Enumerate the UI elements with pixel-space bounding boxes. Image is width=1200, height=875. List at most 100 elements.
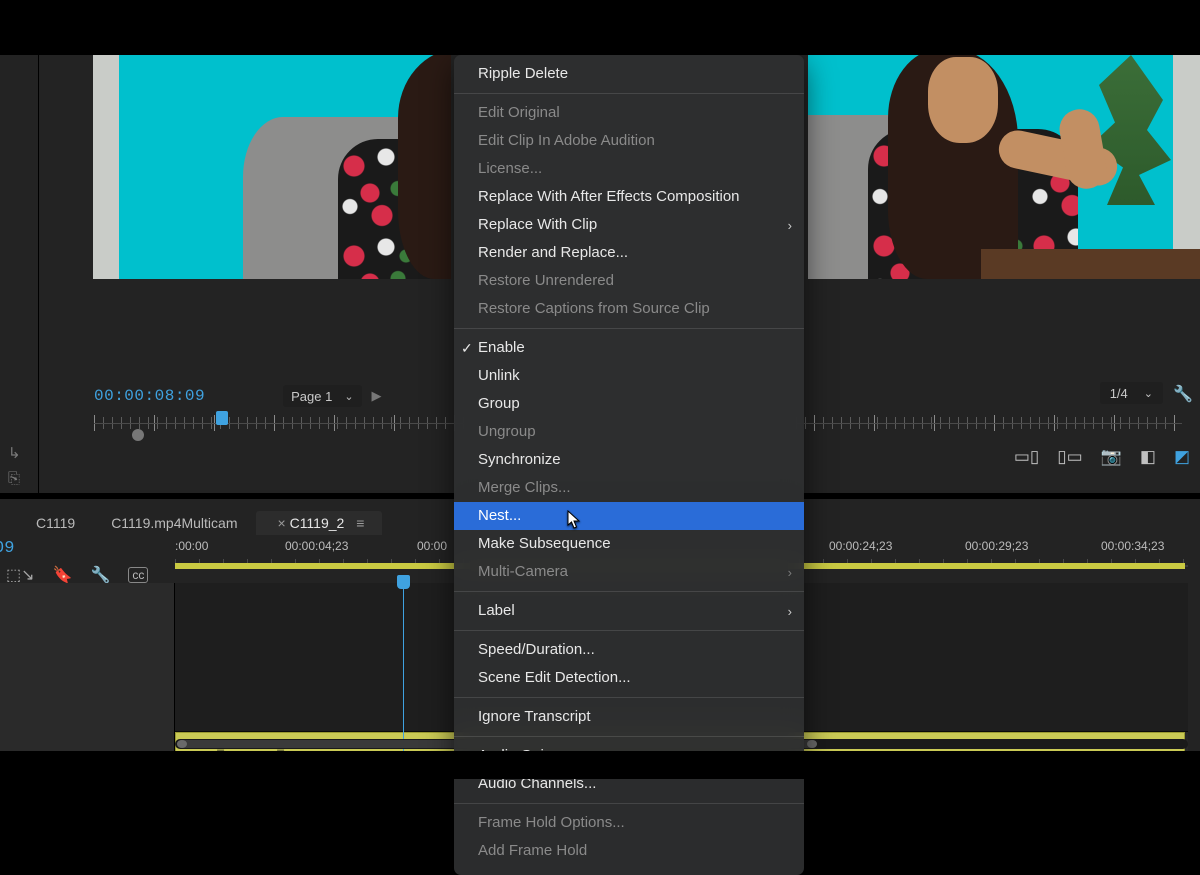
export-frame-icon[interactable]: 📷: [1101, 447, 1122, 467]
lift-icon[interactable]: ▭▯: [1014, 447, 1039, 467]
comparison-view-icon[interactable]: ◧: [1140, 447, 1156, 467]
close-icon[interactable]: ×: [278, 515, 286, 531]
menu-item-frame-hold-options: Frame Hold Options...: [454, 809, 804, 837]
source-monitor-sliver: ↳ ⎘: [0, 55, 38, 493]
menu-item-ignore-transcript[interactable]: Ignore Transcript: [454, 703, 804, 731]
tab-label: C1119: [36, 515, 75, 531]
menu-item-label: Scene Edit Detection...: [478, 669, 631, 686]
page-selector[interactable]: Page 1 ⌄: [283, 385, 361, 407]
menu-item-label: License...: [478, 160, 542, 177]
menu-item-label: Edit Original: [478, 104, 560, 121]
chevron-down-icon: ⌄: [1144, 387, 1153, 400]
settings-wrench-icon[interactable]: 🔧: [90, 565, 110, 585]
menu-item-edit-clip-in-adobe-audition: Edit Clip In Adobe Audition: [454, 127, 804, 155]
menu-item-label: Speed/Duration...: [478, 641, 595, 658]
menu-item-label: Synchronize: [478, 451, 561, 468]
menu-item-label: Add Frame Hold: [478, 842, 587, 859]
menu-item-label: Replace With After Effects Composition: [478, 188, 740, 205]
timeline-tool-row: ⬚↘ 🔖 🔧 cc: [6, 565, 148, 585]
snap-icon[interactable]: ⬚↘: [6, 565, 35, 585]
letterbox-top: [0, 0, 1200, 55]
program-playhead[interactable]: [216, 411, 228, 425]
chevron-down-icon: ⌄: [344, 390, 353, 403]
menu-item-label: Edit Clip In Adobe Audition: [478, 132, 655, 149]
menu-item-nest[interactable]: Nest...: [454, 502, 804, 530]
chevron-right-icon: ›: [788, 215, 792, 237]
ruler-label: 00:00:29;23: [965, 539, 1028, 553]
menu-item-label: Nest...: [478, 507, 521, 524]
menu-item-label: Merge Clips...: [478, 479, 571, 496]
menu-item-label: Enable: [478, 339, 525, 356]
menu-item-speed-duration[interactable]: Speed/Duration...: [454, 636, 804, 664]
panel-menu-icon[interactable]: ≡: [356, 515, 364, 531]
menu-item-restore-unrendered: Restore Unrendered: [454, 267, 804, 295]
menu-item-label: Ignore Transcript: [478, 708, 591, 725]
resolution-selector[interactable]: 1/4 ⌄: [1100, 382, 1163, 404]
menu-item-synchronize[interactable]: Synchronize: [454, 446, 804, 474]
menu-item-label: Frame Hold Options...: [478, 814, 625, 831]
tab-label: C1119_2: [290, 515, 345, 531]
marker-icon[interactable]: 🔖: [53, 565, 73, 585]
settings-wrench-icon[interactable]: 🔧: [1173, 384, 1193, 404]
captions-icon[interactable]: cc: [128, 567, 148, 583]
chevron-right-icon: ›: [788, 601, 792, 623]
menu-item-restore-captions-from-source-clip: Restore Captions from Source Clip: [454, 295, 804, 323]
extract-icon[interactable]: ▯▭: [1057, 447, 1082, 467]
menu-item-make-subsequence[interactable]: Make Subsequence: [454, 530, 804, 558]
menu-item-unlink[interactable]: Unlink: [454, 362, 804, 390]
menu-item-label: Restore Captions from Source Clip: [478, 300, 710, 317]
multicam-toggle-icon[interactable]: ◩: [1174, 447, 1190, 467]
menu-item-multi-camera: Multi-Camera ›: [454, 558, 804, 586]
menu-item-enable[interactable]: ✓ Enable: [454, 334, 804, 362]
menu-item-label: Ungroup: [478, 423, 536, 440]
menu-item-scene-edit-detection[interactable]: Scene Edit Detection...: [454, 664, 804, 692]
sequence-tabs: C1119 C1119.mp4Multicam × C1119_2 ≡: [18, 511, 382, 535]
menu-item-label: Render and Replace...: [478, 244, 628, 261]
track-header-area[interactable]: [0, 583, 175, 751]
menu-item-edit-original: Edit Original: [454, 99, 804, 127]
menu-item-ungroup: Ungroup: [454, 418, 804, 446]
menu-item-merge-clips: Merge Clips...: [454, 474, 804, 502]
menu-item-license: License...: [454, 155, 804, 183]
menu-item-label: Unlink: [478, 367, 520, 384]
check-icon: ✓: [461, 337, 473, 359]
resolution-label: 1/4: [1110, 386, 1128, 401]
tab-c1119-2[interactable]: × C1119_2 ≡: [256, 511, 383, 535]
timeline-playhead[interactable]: [403, 583, 404, 751]
scrollbar-grip-left[interactable]: [177, 740, 187, 748]
menu-item-add-frame-hold: Add Frame Hold: [454, 837, 804, 865]
menu-item-replace-with-after-effects-composition[interactable]: Replace With After Effects Composition: [454, 183, 804, 211]
menu-item-label: Replace With Clip: [478, 216, 597, 233]
menu-item-label: Ripple Delete: [478, 65, 568, 82]
zoom-knob-icon[interactable]: [132, 429, 144, 441]
insert-icon[interactable]: ↳: [8, 444, 21, 462]
multicam-angle-right[interactable]: [808, 55, 1200, 279]
multicam-angle-left[interactable]: [93, 55, 451, 279]
program-button-cluster: ▭▯ ▯▭ 📷 ◧ ◩: [1014, 447, 1190, 467]
program-timecode[interactable]: 00:00:08:09: [94, 387, 205, 405]
ruler-label: 00:00: [417, 539, 447, 553]
menu-item-label: Group: [478, 395, 520, 412]
menu-item-replace-with-clip[interactable]: Replace With Clip ›: [454, 211, 804, 239]
ruler-label: 00:00:24;23: [829, 539, 892, 553]
chevron-right-icon: ›: [788, 562, 792, 584]
menu-item-label: Restore Unrendered: [478, 272, 614, 289]
page-selector-label: Page 1: [291, 389, 332, 404]
menu-item-label[interactable]: Label ›: [454, 597, 804, 625]
ruler-label: 00:00:04;23: [285, 539, 348, 553]
scrollbar-grip-right[interactable]: [807, 740, 817, 748]
tab-label: C1119.mp4Multicam: [111, 515, 237, 531]
play-icon[interactable]: ▶: [372, 388, 382, 404]
export-frame-icon[interactable]: ⎘: [8, 470, 21, 487]
tab-c1119[interactable]: C1119: [18, 511, 93, 535]
ruler-label: 00:00:34;23: [1101, 539, 1164, 553]
menu-item-ripple-delete[interactable]: Ripple Delete: [454, 60, 804, 88]
menu-item-group[interactable]: Group: [454, 390, 804, 418]
letterbox-bottom: [0, 751, 1200, 779]
menu-item-label: Label: [478, 602, 515, 619]
timeline-timecode[interactable]: 09: [0, 539, 14, 558]
menu-item-label: Make Subsequence: [478, 535, 611, 552]
tab-c1119-multicam[interactable]: C1119.mp4Multicam: [93, 511, 255, 535]
menu-item-label: Multi-Camera: [478, 563, 568, 580]
menu-item-render-and-replace[interactable]: Render and Replace...: [454, 239, 804, 267]
